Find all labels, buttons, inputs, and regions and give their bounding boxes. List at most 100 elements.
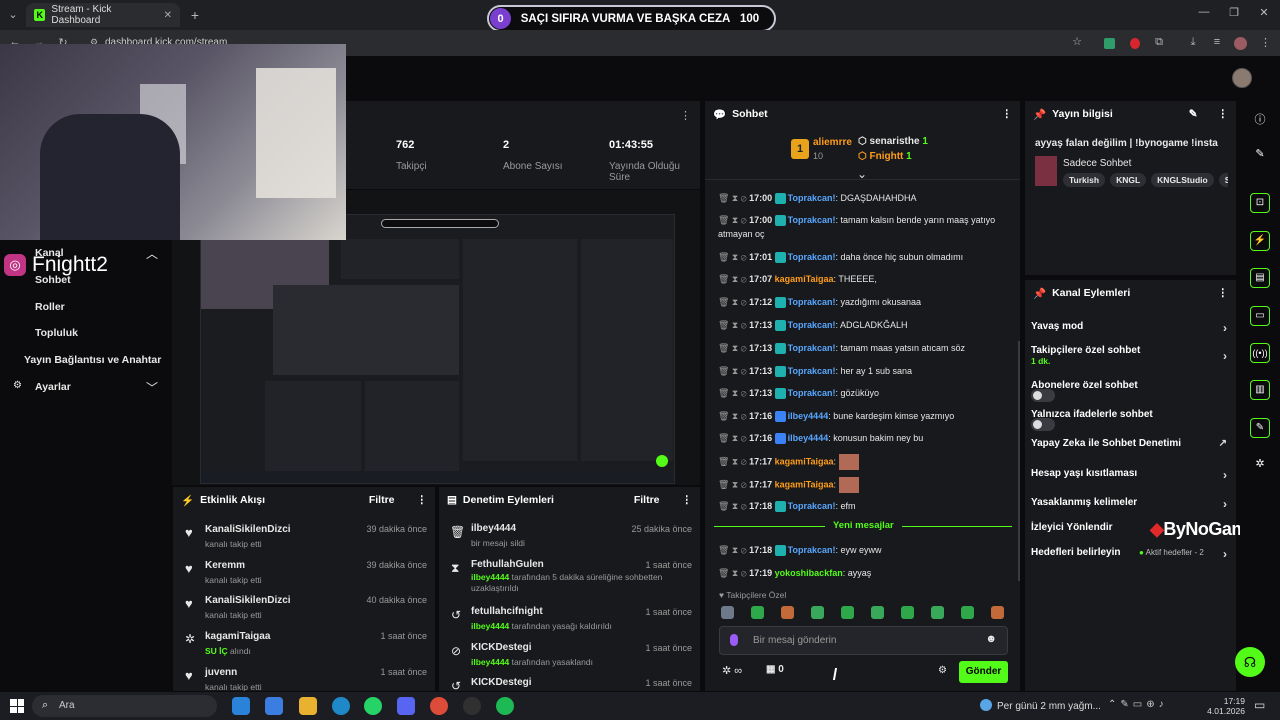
top-gifter-name[interactable]: aliemrre xyxy=(813,137,852,148)
emote-button[interactable] xyxy=(721,606,734,619)
message-user[interactable]: kagamiTaigaa xyxy=(775,479,834,489)
message-user[interactable]: Toprakcan! xyxy=(788,297,836,307)
message-actions-icon[interactable]: 🗑 ⧗ ⊘ xyxy=(718,456,749,466)
message-actions-icon[interactable]: 🗑 ⧗ ⊘ xyxy=(718,252,749,262)
message-user[interactable]: kagamiTaigaa xyxy=(775,456,834,466)
emote-button[interactable] xyxy=(991,606,1004,619)
action-followers-only[interactable]: Takipçilere özel sohbet 1 dk. › xyxy=(1031,345,1227,366)
browser-tab[interactable]: K Stream - Kick Dashboard ✕ xyxy=(26,3,180,27)
maximize-icon[interactable]: ❐ xyxy=(1226,6,1242,22)
moderation-actor[interactable]: ilbey4444 xyxy=(471,657,509,667)
action-emote-only[interactable]: Yalnızca ifadelerle sohbet xyxy=(1031,409,1227,433)
microphone-icon[interactable] xyxy=(730,634,738,646)
new-tab-icon[interactable]: + xyxy=(188,7,202,23)
channel-actions-menu-icon[interactable]: ⋮ xyxy=(1218,287,1229,299)
user-avatar[interactable] xyxy=(1232,68,1252,88)
action-subscribers-only[interactable]: Abonelere özel sohbet xyxy=(1031,380,1227,404)
moderation-user[interactable]: KICKDestegi xyxy=(471,677,532,688)
chat-icon[interactable]: ▭ xyxy=(1250,306,1270,326)
message-user[interactable]: Toprakcan! xyxy=(788,215,836,225)
new-messages-label[interactable]: Yeni mesajlar xyxy=(825,520,902,531)
chat-input-box[interactable]: Bir mesaj gönderin ☻ xyxy=(719,626,1008,655)
chat-scrollbar[interactable] xyxy=(1018,341,1020,581)
gift-counter[interactable]: ▦ 0 xyxy=(766,664,784,675)
wrench-icon[interactable]: ✎ xyxy=(1250,418,1270,438)
activity-menu-icon[interactable]: ⋮ xyxy=(417,494,428,506)
bolt-icon[interactable]: ⚡ xyxy=(1250,231,1270,251)
whatsapp-icon[interactable] xyxy=(364,697,382,715)
media-icon[interactable]: ≡ xyxy=(1210,36,1224,48)
notification-icon[interactable]: ▭ xyxy=(1254,698,1265,712)
notes-icon[interactable]: ▤ xyxy=(1250,268,1270,288)
message-actions-icon[interactable]: 🗑 ⧗ ⊘ xyxy=(718,343,749,353)
tray-icons[interactable]: ⌃✎▭⊕♪ xyxy=(1108,699,1168,710)
help-headset-icon[interactable]: ☊ xyxy=(1235,647,1265,677)
message-user[interactable]: Toprakcan! xyxy=(788,388,836,398)
moderation-user[interactable]: FethullahGulen xyxy=(471,559,544,570)
extensions-puzzle-icon[interactable]: ⧉ xyxy=(1152,36,1166,49)
broadcast-icon[interactable]: ((•)) xyxy=(1250,343,1270,363)
pen-icon[interactable]: ✎ xyxy=(1253,147,1267,160)
moderation-actor[interactable]: ilbey4444 xyxy=(471,572,509,582)
focus-icon[interactable]: ⊡ xyxy=(1250,193,1270,213)
activity-user[interactable]: KanaliSikilenDizci xyxy=(205,595,291,606)
emote-button[interactable] xyxy=(811,606,824,619)
message-user[interactable]: Toprakcan! xyxy=(788,501,836,511)
moderation-actor[interactable]: ilbey4444 xyxy=(471,621,509,631)
chevron-down-icon[interactable]: ﹀ xyxy=(146,379,158,396)
download-icon[interactable]: ⤓ xyxy=(1186,36,1200,49)
stream-title[interactable]: ayyaş falan değilim | !bynogame !insta xyxy=(1035,138,1235,149)
message-actions-icon[interactable]: 🗑 ⧗ ⊘ xyxy=(718,479,749,489)
emote-button[interactable] xyxy=(871,606,884,619)
message-user[interactable]: Toprakcan! xyxy=(788,193,836,203)
sidebar-item-ayarlar[interactable]: Ayarlar xyxy=(35,381,71,393)
sidebar-item-topluluk[interactable]: Topluluk xyxy=(35,327,78,339)
extension-icon[interactable] xyxy=(1104,38,1115,49)
message-actions-icon[interactable]: 🗑 ⧗ ⊘ xyxy=(718,433,749,443)
message-actions-icon[interactable]: 🗑 ⧗ ⊘ xyxy=(718,501,749,511)
tag-chip[interactable]: Turkish xyxy=(1063,173,1106,187)
apps-icon[interactable]: ✲ xyxy=(1253,457,1267,470)
emote-button[interactable] xyxy=(751,606,764,619)
message-actions-icon[interactable]: 🗑 ⧗ ⊘ xyxy=(718,274,749,284)
emote-button[interactable] xyxy=(931,606,944,619)
message-user[interactable]: Toprakcan! xyxy=(788,545,836,555)
pinned-user[interactable]: ⬡ senaristhe 1 xyxy=(858,136,928,147)
subscribers-only-toggle[interactable] xyxy=(1031,389,1055,402)
emote-button[interactable] xyxy=(901,606,914,619)
emote-button[interactable] xyxy=(961,606,974,619)
tag-chip[interactable]: So xyxy=(1218,173,1228,187)
info-icon[interactable]: ⓘ xyxy=(1253,111,1267,127)
points-icon[interactable]: ✲ ∞ xyxy=(722,664,742,677)
emoji-picker-icon[interactable]: ☻ xyxy=(985,633,997,645)
stream-info-menu-icon[interactable]: ⋮ xyxy=(1218,108,1229,120)
moderation-user[interactable]: ilbey4444 xyxy=(471,523,516,534)
message-actions-icon[interactable]: 🗑 ⧗ ⊘ xyxy=(718,545,749,555)
chat-menu-icon[interactable]: ⋮ xyxy=(1002,108,1013,120)
profile-avatar[interactable] xyxy=(1234,37,1247,50)
activity-filter-button[interactable]: Filtre xyxy=(369,494,395,506)
send-button[interactable]: Gönder xyxy=(959,661,1008,683)
obs-icon[interactable] xyxy=(463,697,481,715)
window-close-icon[interactable]: ✕ xyxy=(1256,6,1272,22)
minimize-icon[interactable]: — xyxy=(1196,6,1212,22)
message-user[interactable]: ilbey4444 xyxy=(788,433,829,443)
explorer-icon[interactable] xyxy=(299,697,317,715)
copilot-icon[interactable] xyxy=(232,697,250,715)
edit-pencil-icon[interactable]: ✎ xyxy=(1189,108,1198,120)
taskbar-search[interactable]: ⌕ Ara xyxy=(32,695,217,717)
tab-list-icon[interactable]: ⌄ xyxy=(6,8,20,21)
action-account-age[interactable]: Hesap yaşı kısıtlaması › xyxy=(1031,468,1227,482)
bookmark-star-icon[interactable]: ☆ xyxy=(1070,35,1084,48)
message-user[interactable]: Toprakcan! xyxy=(788,320,836,330)
sidebar-item-roller[interactable]: Roller xyxy=(35,301,65,313)
action-goals[interactable]: Hedefleri belirleyin ● Aktif hedefler - 2… xyxy=(1031,547,1227,561)
tag-chip[interactable]: KNGL xyxy=(1110,173,1147,187)
message-user[interactable]: Toprakcan! xyxy=(788,252,836,262)
action-banned-words[interactable]: Yasaklanmış kelimeler › xyxy=(1031,497,1227,511)
edge-icon[interactable] xyxy=(332,697,350,715)
action-slow-mode[interactable]: Yavaş mod › xyxy=(1031,321,1227,335)
message-actions-icon[interactable]: 🗑 ⧗ ⊘ xyxy=(718,388,749,398)
weather-text[interactable]: Per günü 2 mm yağm... xyxy=(997,701,1101,712)
activity-user[interactable]: juvenn xyxy=(205,667,237,678)
